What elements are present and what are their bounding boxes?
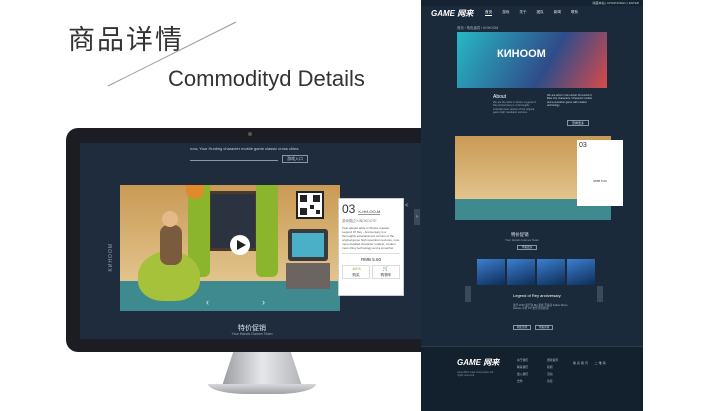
play-icon — [237, 240, 246, 250]
share-icon[interactable]: < — [405, 203, 411, 213]
rp-nav-item[interactable]: 首页 — [485, 10, 493, 16]
rp-nav-item[interactable]: 游戏 — [502, 10, 509, 16]
card-actions: -80% 购买 🛒 购物车 — [342, 265, 400, 279]
rp-gallery-thumb[interactable] — [507, 259, 535, 285]
product-name: K-НИ-ОО-M — [358, 209, 381, 215]
rp-nav-item[interactable]: 关于 — [519, 10, 526, 16]
rp-legend-text: 发行 2016 发行商 Big 游戏 开发商 Kailoo Remo Games… — [513, 304, 568, 311]
screen-top-text: now, Your Hunting character mobile game … — [190, 146, 299, 151]
rp-gallery-thumb[interactable] — [477, 259, 505, 285]
rp-banner-text: КИНООМ — [497, 48, 546, 60]
rp-card-price: RMB 5.60 — [593, 179, 607, 183]
rp-card-number: 03 — [579, 142, 587, 149]
buy-label: 购买 — [352, 273, 360, 277]
rp-logo[interactable]: GAME 网来 — [431, 8, 473, 19]
rp-footer-link[interactable]: 加入我们 — [517, 371, 528, 378]
rp-footer-link[interactable]: 合作 — [517, 378, 528, 385]
scene-person-head — [162, 211, 178, 227]
camera-dot — [248, 132, 252, 136]
scene-curtain-right — [256, 185, 278, 277]
rp-nav-item[interactable]: 团队 — [537, 10, 544, 16]
rp-footer-col-1: 关于我们 联系我们 加入我们 合作 — [517, 357, 528, 385]
rp-footer-logo[interactable]: GAME 网来 — [457, 357, 499, 368]
rp-nav: 首页 游戏 关于 团队 新闻 联系 — [485, 10, 578, 16]
rp-about-text-2: We are artist in the Hunter Kin-Hood of … — [547, 94, 592, 108]
monitor-screen: now, Your Hunting character mobile game … — [80, 143, 422, 339]
product-price: RMB 5.60 — [342, 253, 400, 262]
full-page-mockup: 收藏本站 | APORNORHU | ENTER GAME 网来 首页 游戏 关… — [421, 0, 643, 411]
rp-product-card: 03 RMB 5.60 — [577, 140, 623, 206]
side-next-arrow-icon[interactable]: › — [414, 209, 420, 225]
rp-nav-item[interactable]: 新闻 — [554, 10, 561, 16]
rp-footer-heading: 联系我们 · 二维码 — [573, 361, 607, 365]
slide-next-arrow[interactable]: › — [262, 297, 265, 307]
rp-footer-link[interactable]: 联系我们 — [517, 364, 528, 371]
rp-nav-item[interactable]: 联系 — [571, 10, 578, 16]
rp-detail-button[interactable]: 查看详情 — [535, 325, 553, 330]
rp-promo-button[interactable]: 查看更多 — [517, 245, 537, 250]
stage: 商品详情 Commodityd Details now, Your Huntin… — [0, 0, 722, 411]
product-description: Twin adepts artist in Shows release. Leg… — [342, 226, 400, 250]
title-english: Commodityd Details — [168, 66, 365, 91]
scene-cabinet — [286, 263, 330, 289]
rp-footer-link[interactable]: 关于我们 — [517, 357, 528, 364]
cart-label: 购物车 — [380, 273, 392, 277]
rp-about-text: We are the artist in shows. Legend of Re… — [493, 101, 536, 115]
rp-about-title: About — [493, 94, 507, 100]
rp-breadcrumb: 首页 / 角色道具 / KИHOOM — [457, 26, 499, 30]
rp-footer-link[interactable]: 活动 — [547, 371, 558, 378]
rp-footer-link[interactable]: 论坛 — [547, 378, 558, 385]
rp-gallery-thumb[interactable] — [567, 259, 595, 285]
product-subtitle: 游戏周边 KINOKOOTE — [342, 219, 377, 223]
rp-gallery — [477, 259, 595, 285]
rp-footer-link[interactable]: 新闻 — [547, 364, 558, 371]
game-entry-button[interactable]: 游戏入口 — [282, 155, 308, 163]
rp-banner: КИНООМ — [457, 32, 607, 88]
product-card: 03 K-НИ-ОО-M 游戏周边 KINOKOOTE Twin adepts … — [338, 198, 409, 296]
rp-legend-title: Legend of Rey anniversary — [513, 293, 561, 298]
rp-buy-game-button[interactable]: 购买游戏 — [513, 325, 531, 330]
rp-next-arrow-icon[interactable] — [597, 286, 603, 302]
qr-code-icon — [296, 191, 324, 219]
cart-button[interactable]: 🛒 购物车 — [372, 265, 400, 279]
monitor-stand — [222, 352, 302, 386]
rp-about-button[interactable]: 查看更多 — [567, 120, 589, 126]
product-illustration: ‹ › — [120, 185, 340, 311]
promo-subtitle: Your Hands Games Team — [231, 332, 273, 336]
rp-footer-link[interactable]: 游戏资讯 — [547, 357, 558, 364]
buy-button[interactable]: -80% 购买 — [342, 265, 370, 279]
rp-footer-col-2: 游戏资讯 新闻 活动 论坛 — [547, 357, 558, 385]
scene-tv-screen — [292, 233, 324, 257]
rp-footer: GAME 网来 www.2016 Gate Corporation All ri… — [421, 346, 643, 411]
rp-topbar: 收藏本站 | APORNORHU | ENTER — [421, 0, 643, 6]
rp-prev-arrow-icon[interactable] — [465, 286, 471, 302]
screen-search-line — [190, 160, 278, 161]
side-vertical-label: KИHOOM — [108, 243, 114, 272]
product-number: 03 — [342, 202, 356, 216]
monitor-frame: now, Your Hunting character mobile game … — [66, 128, 436, 352]
scene-person — [160, 225, 182, 265]
rp-footer-copyright: www.2016 Gate Corporation All rights res… — [457, 371, 494, 378]
slide-prev-arrow[interactable]: ‹ — [206, 297, 209, 307]
rp-promo-subtitle: Your Hands Games Team — [505, 238, 540, 242]
rp-gallery-thumb[interactable] — [537, 259, 565, 285]
